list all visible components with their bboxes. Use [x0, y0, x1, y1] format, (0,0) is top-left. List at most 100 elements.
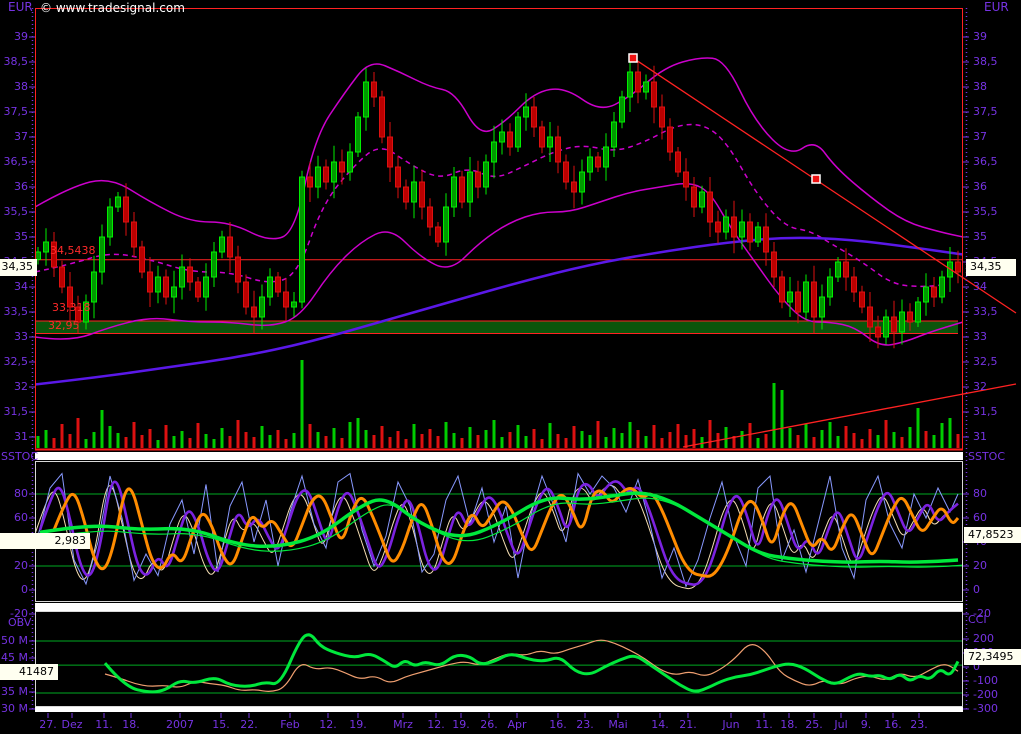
stoch-tick-label: 0 [21, 584, 28, 596]
candle-body [740, 222, 745, 237]
stoch-tick-label: -20 [10, 608, 28, 620]
time-tick-label: 19. [452, 719, 470, 731]
volume-bar [173, 436, 176, 448]
volume-bar [253, 437, 256, 448]
stoch-tick-label: 80 [973, 488, 987, 500]
candle-body [204, 277, 209, 297]
support-zone [36, 321, 958, 334]
candle-body [772, 252, 777, 277]
candle-body [612, 122, 617, 147]
trendline-marker[interactable] [629, 54, 637, 62]
panel-frames [35, 9, 963, 713]
bottom-splitter[interactable] [35, 707, 963, 712]
time-tick-label: 16. [884, 719, 902, 731]
price-tick-label: 35,5 [4, 206, 29, 218]
stoch-tick-label: 20 [973, 560, 987, 572]
stoch-title-right: SSTOC [968, 451, 1005, 463]
candle-body [492, 142, 497, 162]
volume-bar [821, 430, 824, 448]
time-tick-label: 23. [910, 719, 928, 731]
volume-bar [949, 418, 952, 448]
candle-body [956, 262, 961, 272]
volume-bar [61, 424, 64, 448]
volume-bar [285, 439, 288, 448]
price-tick-label: 31 [14, 431, 28, 443]
candle-body [212, 252, 217, 277]
volume-bar [37, 436, 40, 448]
candle-body [356, 117, 361, 152]
volume-bar [845, 426, 848, 448]
volume-bar [797, 435, 800, 448]
price-tick-label: 33,5 [4, 306, 29, 318]
volume-bar [309, 424, 312, 448]
volume-bar [141, 435, 144, 448]
volume-bar [757, 438, 760, 448]
stoch-tick-label: 60 [14, 512, 28, 524]
time-tick-label: Jun [722, 719, 739, 731]
candle-body [556, 137, 561, 162]
time-tick-label: 15. [212, 719, 230, 731]
currency-label-left: EUR [8, 1, 33, 13]
candle-body [452, 177, 457, 207]
last-price-box-right: 34,35 [966, 259, 1016, 276]
volume-bar [413, 424, 416, 448]
panel-splitter[interactable] [35, 452, 963, 460]
volume-bar [509, 432, 512, 448]
candle-body [60, 267, 65, 287]
price-tick-label: 32 [14, 381, 28, 393]
bollinger-upper [35, 58, 963, 239]
cci-value-box: 72,3495 [964, 649, 1021, 665]
volume-bar [613, 428, 616, 448]
volume-bar [885, 420, 888, 448]
volume-bar [301, 360, 304, 448]
cci-tick-label: -300 [973, 703, 998, 715]
volume-bar [589, 435, 592, 448]
volume-bar [901, 437, 904, 448]
volume-bar [197, 423, 200, 448]
panel-splitter[interactable] [35, 603, 963, 611]
volume-bar [749, 423, 752, 448]
volume-bar [877, 435, 880, 448]
candle-body [932, 287, 937, 297]
candle-body [596, 157, 601, 167]
stoch-slow-k [40, 481, 958, 584]
candle-body [188, 267, 193, 282]
volume-bar [117, 433, 120, 448]
obv-tick-label: 45 M [1, 652, 28, 664]
price-tick-label: 33 [14, 331, 28, 343]
time-tick-label: 2007 [166, 719, 194, 731]
candle-body [308, 177, 313, 187]
candle-body [412, 182, 417, 202]
candle-body [684, 172, 689, 187]
volume-bar [781, 390, 784, 448]
candle-body [644, 82, 649, 92]
volume-bar [725, 427, 728, 448]
price-tick-label: 35 [973, 231, 987, 243]
volume-bar [517, 425, 520, 448]
candle-body [92, 272, 97, 302]
volume-bar [485, 430, 488, 448]
time-tick-label: Jul [834, 719, 847, 731]
volume-bar [629, 422, 632, 448]
candle-body [132, 222, 137, 247]
candle-body [916, 302, 921, 322]
candle-body [580, 172, 585, 192]
candle-body [836, 262, 841, 277]
candle-body [268, 277, 273, 297]
candle-body [900, 312, 905, 332]
candle-body [892, 317, 897, 332]
trendline-marker[interactable] [812, 175, 820, 183]
price-tick-label: 36,5 [4, 156, 29, 168]
candle-body [660, 107, 665, 127]
volume-bar [581, 431, 584, 448]
candle-body [908, 312, 913, 322]
volume-bar [77, 418, 80, 448]
time-tick-label: Apr [507, 719, 526, 731]
volume-bar [637, 430, 640, 448]
volume-bar [461, 438, 464, 448]
candle-body [628, 72, 633, 97]
price-tick-label: 31,5 [4, 406, 29, 418]
volume-bar [381, 426, 384, 448]
time-tick-label: 14. [651, 719, 669, 731]
candle-body [236, 257, 241, 282]
